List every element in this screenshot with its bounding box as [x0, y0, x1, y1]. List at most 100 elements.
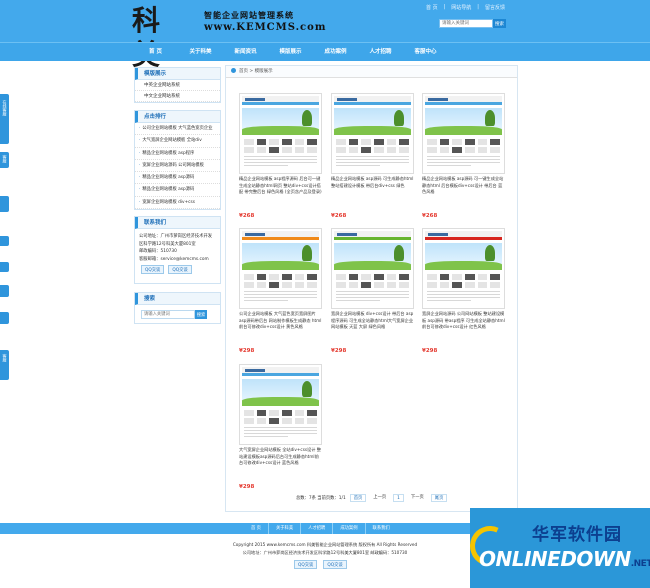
- qq-chat-button[interactable]: QQ交谈: [323, 560, 347, 569]
- nav-templates[interactable]: 模版展示: [268, 43, 313, 61]
- thumb-row: [336, 147, 410, 153]
- product-price: ¥298: [239, 348, 255, 354]
- thumb-header: [425, 231, 502, 240]
- thumb-tree: [302, 245, 312, 261]
- pager-first[interactable]: 首页: [349, 494, 367, 502]
- product-thumbnail[interactable]: [239, 93, 322, 174]
- product-thumbnail[interactable]: [239, 228, 322, 309]
- product-description[interactable]: 精品企业网站模板 asp源码 可一键生成全站静态html 后台模板div+css…: [422, 176, 505, 210]
- pager-prev[interactable]: 上一页: [370, 494, 389, 502]
- ranking-item[interactable]: · 大气宽屏企业网站模板 全站div: [135, 135, 220, 148]
- footer-link[interactable]: 关于科美: [269, 523, 302, 534]
- thumb-row: [427, 147, 501, 153]
- sidebar-search-button[interactable]: 搜索: [195, 310, 207, 319]
- footer-link[interactable]: 首 页: [244, 523, 269, 534]
- product-thumbnail[interactable]: [331, 228, 414, 309]
- ranking-item[interactable]: · 宽屏企业网站模板 div+css: [135, 197, 220, 210]
- thumb-tree: [394, 245, 404, 261]
- ranking-item-label: 精品企业网站模板 asp源码: [142, 187, 195, 193]
- sidebar-search-input[interactable]: [141, 310, 195, 319]
- watermark-main-text: ONLINEDOWN.NET: [479, 547, 650, 571]
- header-search-button[interactable]: 搜索: [493, 19, 506, 28]
- sidebar-template-item[interactable]: 中英企业网站系统: [135, 80, 220, 91]
- thumb-row: [244, 274, 318, 280]
- float-tab-label: 客服: [2, 354, 8, 362]
- product-thumbnail[interactable]: [422, 93, 505, 174]
- product-description[interactable]: 宽屏企业网站源码 公司网站模板 整站建设模板 asp源码 带asp程序 可生成全…: [422, 311, 505, 345]
- product-description[interactable]: 精品企业网站模板 asp源码 可生成静态html 整站搭建设计模板 带后台div…: [331, 176, 414, 210]
- header-bar: 科 美 智能企业网站管理系统 www.KEMCMS.com 首 页 | 网站导航…: [0, 0, 650, 71]
- qq-chat-button[interactable]: QQ交谈: [141, 265, 165, 274]
- pager-next[interactable]: 下一页: [408, 494, 427, 502]
- product-description[interactable]: 宽屏企业网站模板 div+css设计 带后台 asp程序源码 可生成全站静态ht…: [331, 311, 414, 345]
- nav-cases[interactable]: 成功案例: [313, 43, 358, 61]
- product-thumbnail[interactable]: [239, 364, 322, 445]
- nav-news[interactable]: 新闻资讯: [223, 43, 268, 61]
- ranking-item[interactable]: · 精品企业网站模板 asp程序: [135, 148, 220, 160]
- sidebar-search: 搜索 搜索: [134, 292, 221, 324]
- nav-about[interactable]: 关于科美: [178, 43, 223, 61]
- footer-link[interactable]: 成功案例: [333, 523, 366, 534]
- pager-current[interactable]: 1: [393, 494, 404, 502]
- sidebar-template-item[interactable]: 中文企业网站系统: [135, 91, 220, 102]
- product-description[interactable]: 公司企业网站模板 大气蓝色宽页宽屏图片 asp源码带后台 网站制作模板生成静态 …: [239, 311, 322, 345]
- qq-chat-button[interactable]: QQ交谈: [168, 265, 192, 274]
- float-tab[interactable]: [0, 196, 9, 212]
- thumb-header: [242, 367, 319, 376]
- nav-service[interactable]: 客服中心: [403, 43, 448, 61]
- footer-link[interactable]: 联系我们: [366, 523, 397, 534]
- ranking-item[interactable]: · 宽屏企业网站源码 公司网站模板: [135, 160, 220, 173]
- thumb-row: [336, 282, 410, 288]
- pager-last[interactable]: 尾页: [430, 494, 448, 502]
- float-tab[interactable]: [0, 262, 9, 272]
- product-card[interactable]: 宽屏企业网站模板 div+css设计 带后台 asp程序源码 可生成全站静态ht…: [331, 228, 414, 354]
- top-link-home[interactable]: 首 页: [426, 4, 438, 11]
- thumb-row: [427, 282, 501, 288]
- product-thumbnail[interactable]: [422, 228, 505, 309]
- nav-jobs[interactable]: 人才招聘: [358, 43, 403, 61]
- product-card[interactable]: 大气宽屏企业网站模板 全站div+css设计 整站建设模板asp源码后台可生成静…: [239, 364, 322, 490]
- thumb-hill: [242, 261, 319, 270]
- sidebar-search-title: 搜索: [135, 293, 220, 305]
- main-content: 首页 > 模版展示 精品企业网站模板 asp程序源码 后台可一键生成全站静态ht…: [225, 65, 518, 512]
- float-service-tab[interactable]: 在线客服: [0, 94, 9, 144]
- product-description[interactable]: 精品企业网站模板 asp程序源码 后台可一键生成全站静态html网页 整站div…: [239, 176, 322, 210]
- contact-address: 公司地址：广州市萝岗区经济技术开发区科学路12号科美大厦801室: [139, 234, 213, 247]
- contact-email: 客服邮箱：service@kemcms.com: [139, 256, 209, 262]
- float-tab[interactable]: [0, 236, 9, 246]
- float-tab[interactable]: [0, 285, 9, 297]
- nav-home[interactable]: 首 页: [133, 43, 178, 61]
- sidebar-ranking: 点击排行 · 公司企业网站模板 大气蓝色宽页企业 · 大气宽屏企业网站模板 全站di…: [134, 110, 221, 211]
- product-description[interactable]: 大气宽屏企业网站模板 全站div+css设计 整站建设模板asp源码后台可生成静…: [239, 447, 322, 481]
- ranking-item[interactable]: · 公司企业网站模板 大气蓝色宽页企业: [135, 123, 220, 136]
- thumb-hill: [242, 126, 319, 135]
- qq-chat-button[interactable]: QQ交谈: [294, 560, 318, 569]
- footer-link[interactable]: 人才招聘: [301, 523, 334, 534]
- product-card[interactable]: 公司企业网站模板 大气蓝色宽页宽屏图片 asp源码带后台 网站制作模板生成静态 …: [239, 228, 322, 354]
- ranking-item[interactable]: · 精品企业网站模板 asp源码: [135, 184, 220, 197]
- product-thumbnail[interactable]: [331, 93, 414, 174]
- sidebar-contact: 联系我们 公司地址：广州市萝岗区经济技术开发区科学路12号科美大厦801室 邮政…: [134, 216, 221, 284]
- header-search-input[interactable]: [439, 19, 493, 28]
- thumb-row: [244, 282, 318, 288]
- product-card[interactable]: 精品企业网站模板 asp源码 可一键生成全站静态html 后台模板div+css…: [422, 93, 505, 219]
- top-link-sitemap[interactable]: 网站导航: [451, 4, 471, 11]
- thumb-row: [427, 139, 501, 145]
- float-tab[interactable]: 客服: [0, 152, 9, 168]
- pagination: 总数：7条 当前页数：1/1 首页 上一页 1 下一页 尾页: [296, 494, 448, 502]
- float-tab[interactable]: [0, 312, 9, 324]
- ranking-item-label: 精品企业网站模板 asp程序: [142, 150, 195, 156]
- ranking-item[interactable]: · 精品企业网站模板 asp源码: [135, 172, 220, 185]
- product-price: ¥298: [239, 484, 255, 490]
- product-card[interactable]: 宽屏企业网站源码 公司网站模板 整站建设模板 asp源码 带asp程序 可生成全…: [422, 228, 505, 354]
- product-card[interactable]: 精品企业网站模板 asp程序源码 后台可一键生成全站静态html网页 整站div…: [239, 93, 322, 219]
- ranking-item-label: 大气宽屏企业网站模板 全站div: [142, 138, 202, 144]
- top-link-feedback[interactable]: 留言反馈: [485, 4, 505, 11]
- breadcrumb-text[interactable]: 首页 > 模版展示: [239, 69, 273, 74]
- bullet-icon: ·: [139, 175, 141, 181]
- thumb-hill: [334, 261, 411, 270]
- product-card[interactable]: 精品企业网站模板 asp源码 可生成静态html 整站搭建设计模板 带后台div…: [331, 93, 414, 219]
- float-service-tab[interactable]: 客服: [0, 350, 9, 380]
- thumb-header: [425, 96, 502, 105]
- bullet-icon: ·: [139, 162, 141, 168]
